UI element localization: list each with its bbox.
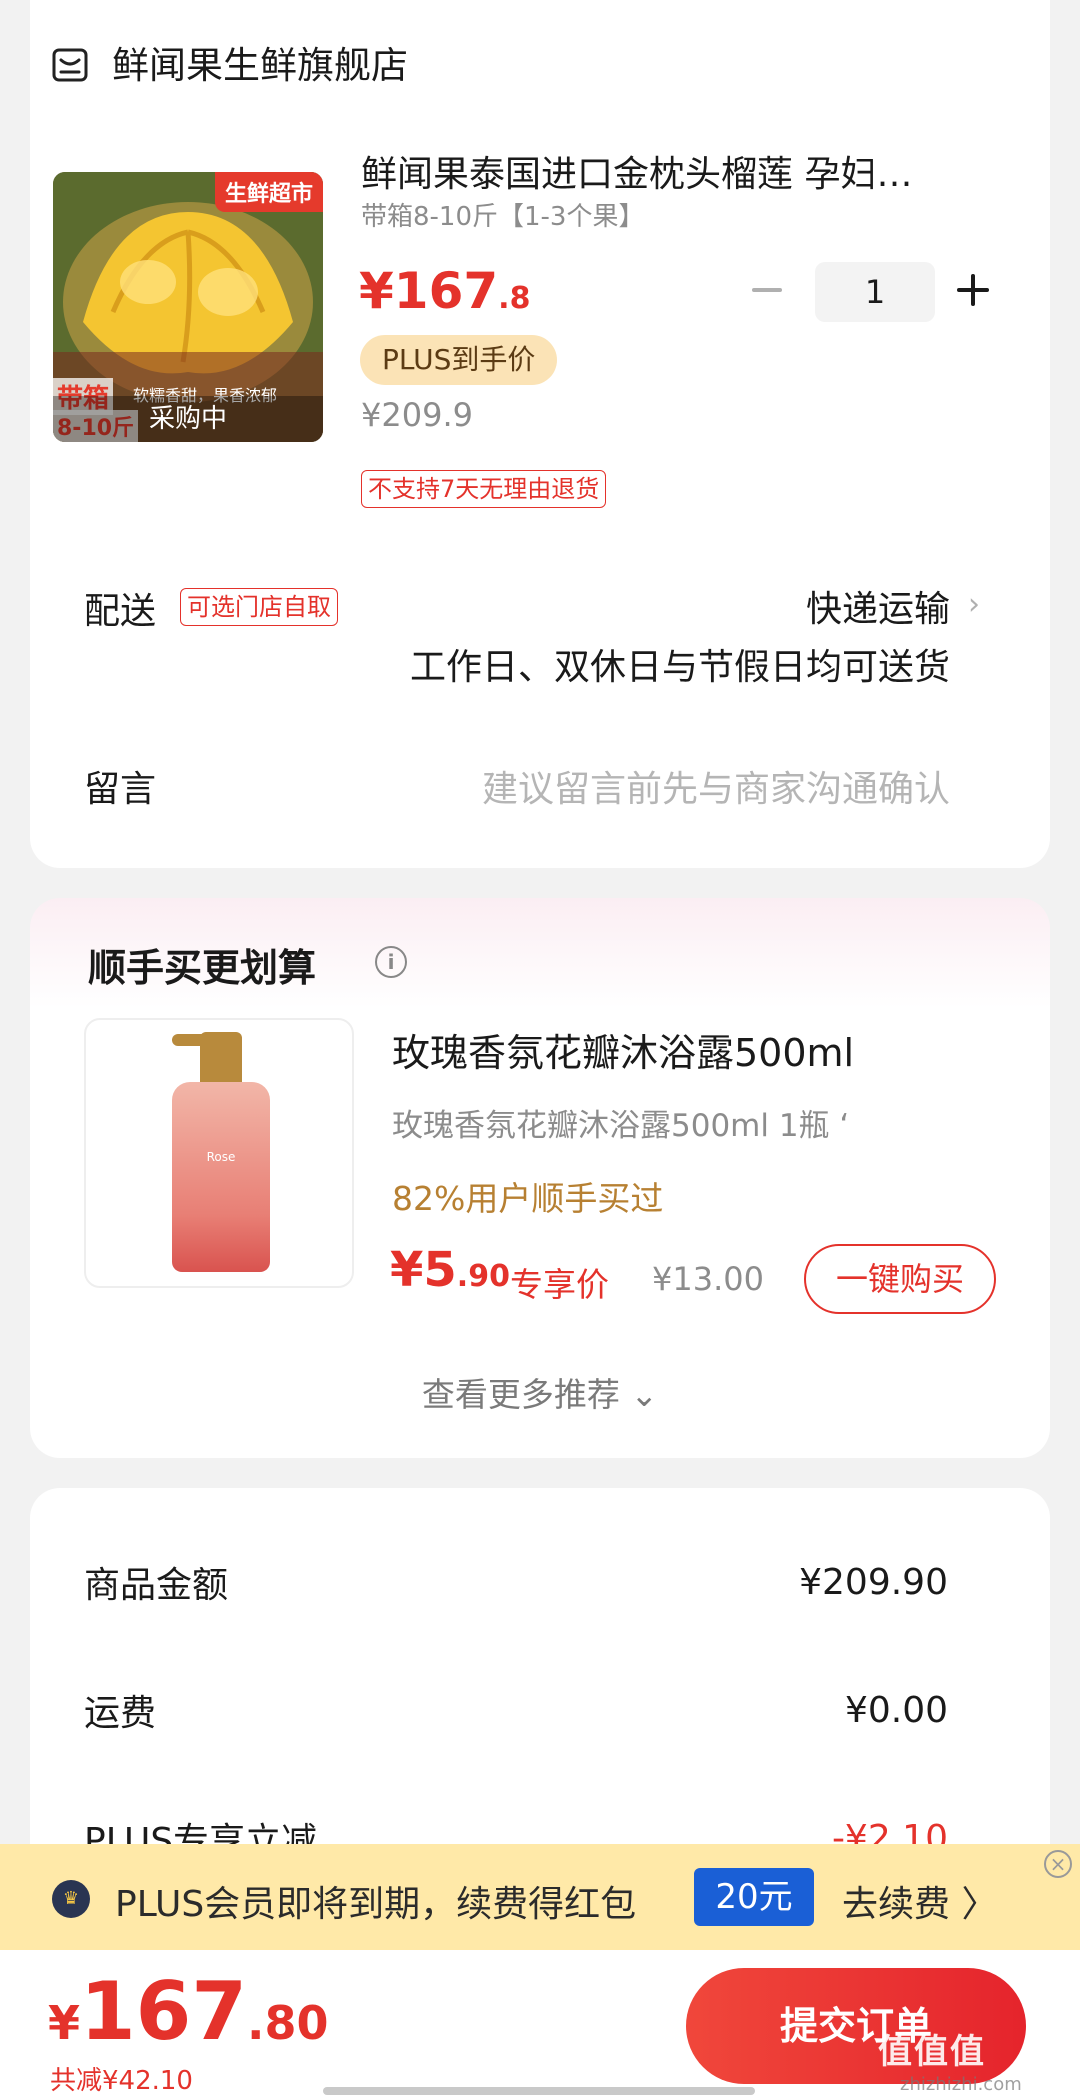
recommend-product-image[interactable]: Rose [84,1018,354,1288]
recommend-product-name[interactable]: 玫瑰香氛花瓣沐浴露500ml [392,1022,854,1077]
plus-logo-icon: ♛ [52,1880,90,1918]
total-currency: ¥ [48,1996,81,2050]
total-decimal: .80 [247,1996,329,2050]
store-icon [52,48,88,82]
return-policy-tag: 不支持7天无理由退货 [361,470,607,508]
banner-text: PLUS会员即将到期，续费得红包 [115,1884,637,1925]
quantity-input[interactable]: 1 [815,262,935,322]
original-price: ¥209.9 [361,396,473,434]
recommend-price-integer: ¥5 [390,1242,457,1298]
product-image[interactable]: 生鲜超市 带箱 8-10斤 软糯香甜，果香浓郁 采购中 [53,172,323,442]
total-price: ¥167.80 [48,1962,329,2073]
price-decimal: .8 [498,281,531,316]
bottle-body [172,1082,270,1272]
chevron-right-icon[interactable]: › [968,590,988,620]
bottle-label: Rose [206,1150,236,1164]
quantity-increase-button[interactable] [953,270,993,310]
recommend-original-price: ¥13.00 [652,1260,764,1298]
plus-price-badge: PLUS到手价 [360,335,558,385]
info-icon[interactable]: i [375,946,407,978]
recommend-price-tag: 专享价 [510,1265,609,1304]
banner-badge: 20元 [694,1868,814,1926]
note-input[interactable]: 建议留言前先与商家沟通确认 [0,760,950,812]
product-spec[interactable]: 带箱8-10斤【1-3个果】 [361,196,644,233]
recommend-price-decimal: .90 [456,1259,510,1294]
close-icon[interactable]: × [1044,1850,1072,1878]
goods-amount-value: ¥209.90 [799,1562,948,1603]
recommend-social-proof: 82%用户顺手买过 [392,1179,664,1218]
watermark-url: zhizhizhi.com [900,2074,1022,2095]
one-click-buy-button[interactable]: 一键购买 [804,1244,996,1314]
product-price: ¥167.8 [359,262,530,320]
delivery-days: 工作日、双休日与节假日均可送货 [409,647,950,688]
more-recommendations-link[interactable]: 查看更多推荐 ⌄ [0,1368,1080,1416]
thumb-status: 采购中 [53,396,323,442]
total-saved: 共减¥42.10 [50,2066,193,2096]
store-name[interactable]: 鲜闻果生鲜旗舰店 [112,42,408,90]
product-title[interactable]: 鲜闻果泰国进口金枕头榴莲 孕妇… [361,150,981,200]
watermark: 值值值 [878,2032,986,2072]
quantity-decrease-button[interactable] [747,270,787,310]
thumb-tag: 生鲜超市 [214,172,323,212]
recommend-title: 顺手买更划算 [88,946,317,990]
delivery-method[interactable]: 快递运输 [0,580,950,632]
total-integer: 167 [80,1965,248,2058]
bottle-cap [200,1032,242,1082]
price-integer: ¥167 [359,262,499,320]
home-indicator[interactable] [323,2087,755,2095]
shipping-value: ¥0.00 [844,1690,948,1731]
recommend-price: ¥5.90 [390,1242,510,1298]
renew-link[interactable]: 去续费 〉 [842,1875,997,1927]
recommend-product-desc: 玫瑰香氛花瓣沐浴露500ml 1瓶 ‘ [392,1108,850,1144]
